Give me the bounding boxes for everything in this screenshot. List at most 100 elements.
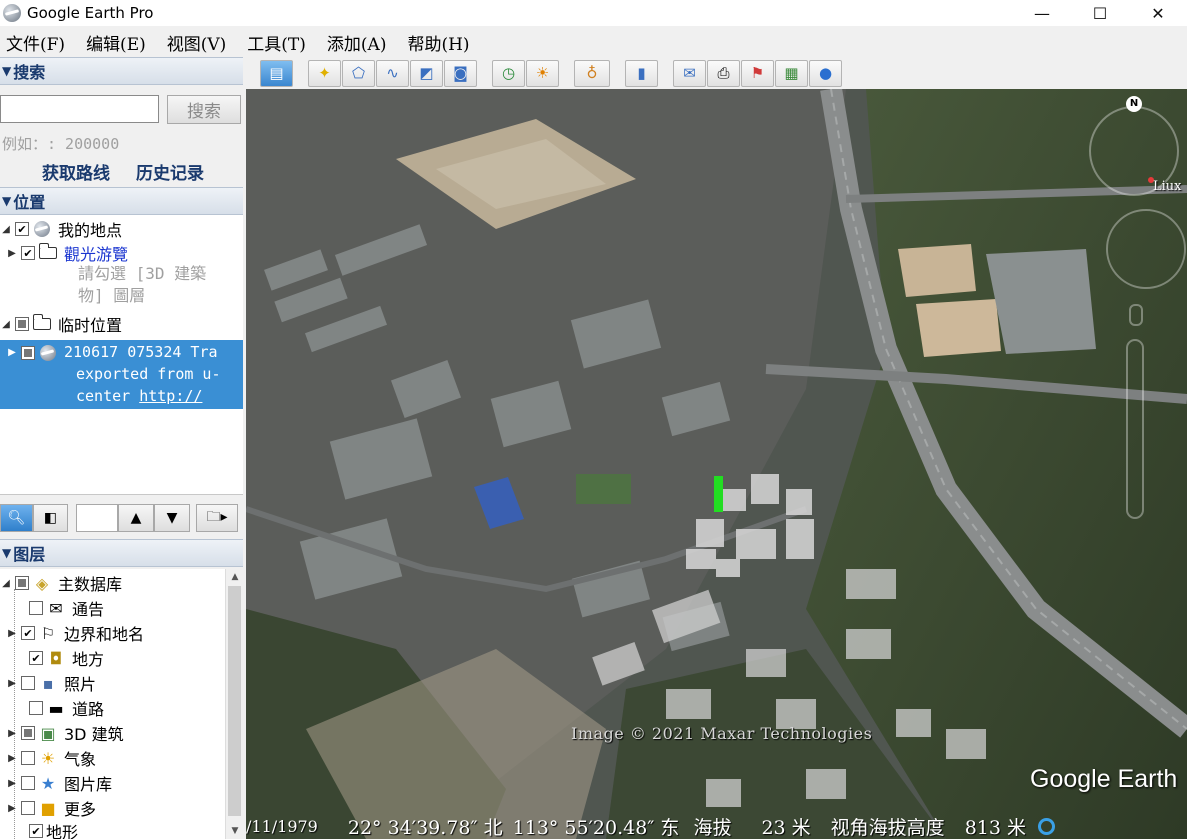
- places-panel-header[interactable]: ▼ 位置: [0, 187, 243, 215]
- envelope-icon: ✉: [683, 64, 696, 82]
- expand-arrow-icon[interactable]: ▶: [6, 628, 18, 639]
- checkbox[interactable]: ✔: [21, 246, 35, 260]
- search-button[interactable]: 搜索: [167, 95, 241, 124]
- layer-row-photos[interactable]: ▶ ▪ 照片: [6, 671, 96, 695]
- layers-scrollbar[interactable]: ▲ ▼: [225, 569, 243, 839]
- checkbox[interactable]: [29, 601, 43, 615]
- globe-icon: [32, 221, 52, 237]
- zoom-slider[interactable]: [1126, 339, 1144, 519]
- expand-arrow-icon[interactable]: ◢: [0, 319, 12, 330]
- add-placemark-button[interactable]: ✦: [308, 59, 341, 87]
- expand-arrow-icon[interactable]: ▶: [6, 778, 18, 789]
- checkbox[interactable]: [15, 576, 29, 590]
- search-panel-header[interactable]: ▼ 搜索: [0, 57, 243, 85]
- layer-row-more[interactable]: ▶ ■ 更多: [6, 796, 96, 820]
- tree-row-my-places[interactable]: ◢ ✔ 我的地点: [0, 217, 122, 241]
- add-path-button[interactable]: ∿: [376, 59, 409, 87]
- close-button[interactable]: ✕: [1129, 0, 1187, 26]
- menu-add[interactable]: 添加(A): [323, 30, 391, 55]
- expand-arrow-icon[interactable]: ▶: [6, 803, 18, 814]
- menu-view[interactable]: 视图(V): [163, 30, 231, 55]
- get-directions-link[interactable]: 获取路线: [42, 159, 110, 184]
- menu-tools[interactable]: 工具(T): [243, 30, 310, 55]
- checkbox[interactable]: ✔: [15, 222, 29, 236]
- arrow-down-icon: ▼: [166, 510, 178, 526]
- earth-view-button[interactable]: ●: [809, 59, 842, 87]
- checkbox[interactable]: [21, 801, 35, 815]
- tree-row-track[interactable]: ▶ 210617 075324 Tra: [6, 342, 217, 363]
- add-polygon-button[interactable]: ⬠: [342, 59, 375, 87]
- layer-row-3d-buildings[interactable]: ▶ ▣ 3D 建筑: [6, 721, 123, 745]
- checkbox[interactable]: ✔: [29, 651, 43, 665]
- scroll-up-icon[interactable]: ▲: [226, 569, 243, 585]
- record-tour-button[interactable]: ◙: [444, 59, 477, 87]
- expand-arrow-icon[interactable]: ▶: [6, 728, 18, 739]
- search-input[interactable]: [0, 95, 159, 123]
- move-down-button[interactable]: ▼: [154, 504, 190, 532]
- scroll-thumb[interactable]: [228, 586, 241, 816]
- menu-file[interactable]: 文件(F): [2, 30, 69, 55]
- north-indicator[interactable]: N: [1126, 96, 1142, 112]
- historical-imagery-button[interactable]: ◷: [492, 59, 525, 87]
- ruler-button[interactable]: ▮: [625, 59, 658, 87]
- checkbox[interactable]: [21, 676, 35, 690]
- layer-row-announcements[interactable]: ✉ 通告: [14, 596, 104, 620]
- layer-row-weather[interactable]: ▶ ☀ 气象: [6, 746, 96, 770]
- save-image-button[interactable]: ▦: [775, 59, 808, 87]
- place-square-icon: ◘: [49, 648, 63, 668]
- checkbox[interactable]: [21, 776, 35, 790]
- sidebar-layout-icon: ▤: [269, 64, 284, 82]
- search-places-button[interactable]: 🔍︎: [0, 504, 33, 532]
- layer-row-borders-labels[interactable]: ▶ ✔ ⚐ 边界和地名: [6, 621, 144, 645]
- expand-arrow-icon[interactable]: ▶: [6, 753, 18, 764]
- layer-label: 通告: [72, 600, 105, 619]
- flag-icon: ⚐: [40, 623, 56, 643]
- expand-arrow-icon[interactable]: ▶: [6, 248, 18, 259]
- layer-row-places[interactable]: ✔ ◘ 地方: [14, 646, 104, 670]
- checkbox[interactable]: [21, 726, 35, 740]
- checkbox[interactable]: ✔: [21, 626, 35, 640]
- checkbox[interactable]: [15, 317, 29, 331]
- tree-row-temporary-places[interactable]: ◢ 临时位置: [0, 312, 122, 336]
- layer-row-primary-database[interactable]: ◢ ◈ 主数据库: [0, 571, 122, 595]
- checkbox[interactable]: [21, 751, 35, 765]
- scroll-down-icon[interactable]: ▼: [226, 823, 243, 839]
- print-button[interactable]: ⎙: [707, 59, 740, 87]
- sunlight-button[interactable]: ☀: [526, 59, 559, 87]
- add-image-overlay-button[interactable]: ◩: [410, 59, 443, 87]
- layer-row-roads[interactable]: ▬ 道路: [14, 696, 104, 720]
- earth-map-view[interactable]: N Liux Image © 2021 Maxar Technologies G…: [246, 89, 1187, 839]
- checkbox[interactable]: ✔: [29, 824, 43, 838]
- panel-toggle-button[interactable]: ◧: [33, 504, 68, 532]
- street-view-pegman-icon[interactable]: [1129, 304, 1143, 326]
- tree-row-sightseeing[interactable]: ▶ ✔ 觀光游覽: [6, 241, 128, 265]
- layer-row-gallery[interactable]: ▶ ★ 图片库: [6, 771, 112, 795]
- minimize-button[interactable]: —: [1013, 0, 1071, 26]
- selected-track-item[interactable]: ▶ 210617 075324 Tra exported from u- cen…: [0, 340, 243, 409]
- layer-label: 主数据库: [58, 575, 123, 594]
- expand-arrow-icon[interactable]: ▶: [6, 678, 18, 689]
- email-button[interactable]: ✉: [673, 59, 706, 87]
- collapse-triangle-icon: ▼: [2, 546, 12, 560]
- google-earth-app-icon: [3, 4, 21, 22]
- history-link[interactable]: 历史记录: [136, 159, 204, 184]
- expand-arrow-icon[interactable]: ◢: [0, 578, 12, 589]
- sidebar-toggle-button[interactable]: ▤: [260, 59, 293, 87]
- look-joystick[interactable]: [1106, 209, 1186, 289]
- view-in-maps-button[interactable]: ⚑: [741, 59, 774, 87]
- track-link[interactable]: http://: [139, 386, 202, 407]
- maximize-button[interactable]: ☐: [1071, 0, 1129, 26]
- checkbox[interactable]: [21, 345, 35, 360]
- layer-row-terrain[interactable]: ✔ 地形: [14, 819, 78, 839]
- map-pin-icon: ⚑: [750, 64, 765, 82]
- places-filter-input[interactable]: [76, 504, 118, 532]
- folder-menu-button[interactable]: 🗀▸: [196, 504, 238, 532]
- menu-help[interactable]: 帮助(H): [403, 30, 473, 55]
- menu-edit[interactable]: 编辑(E): [82, 30, 150, 55]
- planet-switch-button[interactable]: ♁: [574, 59, 610, 87]
- checkbox[interactable]: [29, 701, 43, 715]
- expand-arrow-icon[interactable]: ◢: [0, 224, 12, 235]
- layers-panel-header[interactable]: ▼ 图层: [0, 539, 243, 567]
- move-up-button[interactable]: ▲: [118, 504, 154, 532]
- expand-arrow-icon[interactable]: ▶: [6, 347, 18, 358]
